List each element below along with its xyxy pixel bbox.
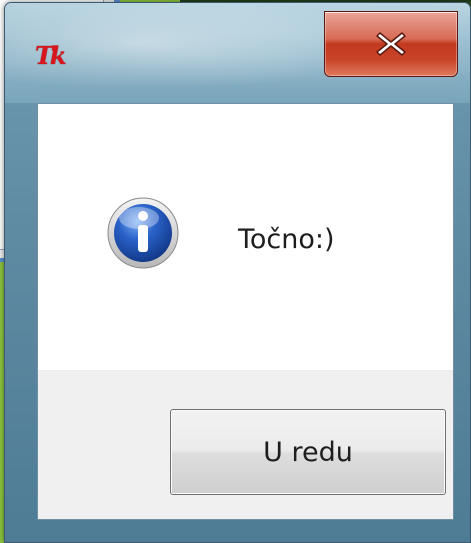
ok-button[interactable]: U redu <box>170 409 446 495</box>
button-bar: U redu <box>38 370 453 519</box>
dialog-body: Točno:) U redu <box>37 103 454 520</box>
message-dialog: Tk Točno:) U redu <box>4 2 471 543</box>
tk-app-icon: Tk <box>35 41 67 70</box>
message-text: Točno:) <box>238 224 335 255</box>
close-icon <box>376 32 406 56</box>
close-button[interactable] <box>324 11 458 77</box>
message-area: Točno:) <box>38 104 453 370</box>
info-icon <box>107 197 179 269</box>
title-bar[interactable]: Tk <box>5 3 470 103</box>
ok-button-label: U redu <box>263 436 353 468</box>
